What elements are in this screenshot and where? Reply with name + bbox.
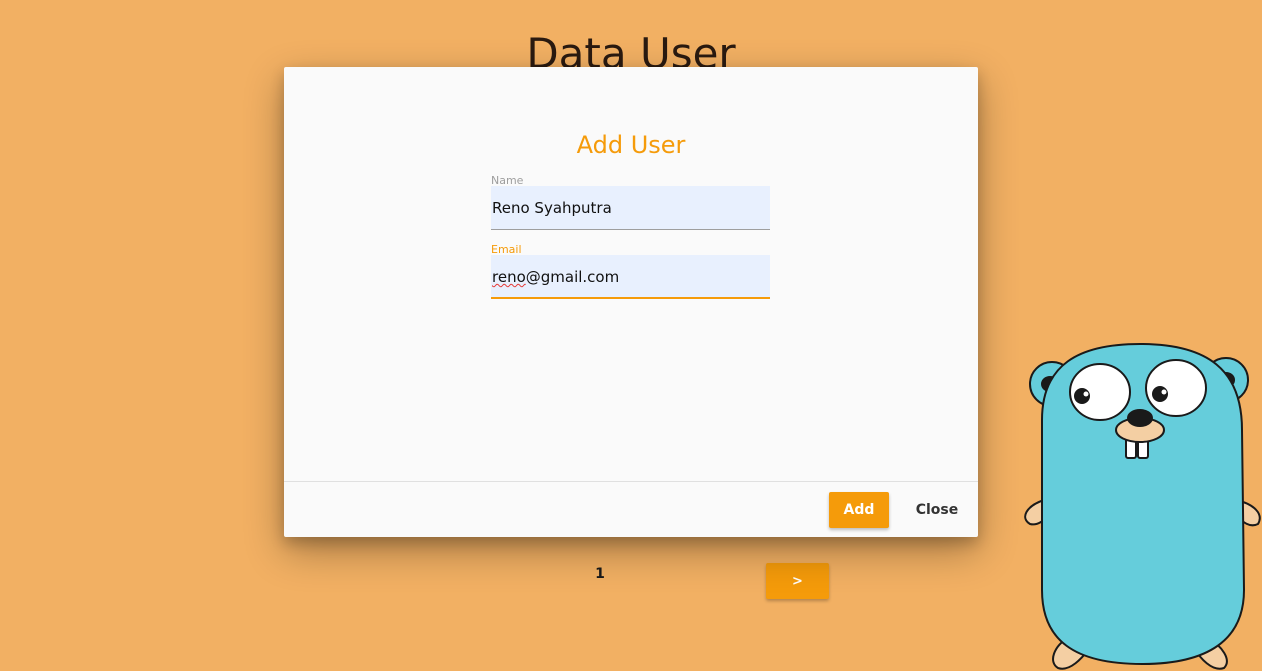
gopher-mascot-icon [1024,343,1261,670]
add-button[interactable]: Add [829,492,889,528]
name-input[interactable]: Reno Syahputra [491,186,770,230]
close-button[interactable]: Close [909,492,965,528]
email-domain-text: @gmail.com [525,268,620,286]
pagination-next-button[interactable]: > [766,563,829,599]
add-user-dialog: Add User Name Reno Syahputra Email reno@… [284,67,978,537]
pagination-page-1[interactable]: 1 [590,566,610,582]
dialog-footer-divider [284,481,978,482]
email-misspelled-text: reno [492,268,526,286]
email-input[interactable]: reno@gmail.com [491,255,770,299]
dialog-title: Add User [576,131,686,159]
